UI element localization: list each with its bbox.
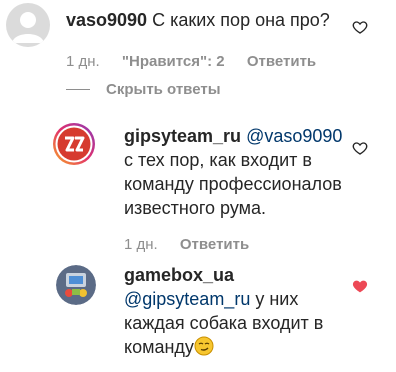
comment-meta: 1 дн. "Нравится": 2 Ответить — [66, 53, 334, 70]
reply-button[interactable]: Ответить — [180, 236, 249, 253]
comment-text: gipsyteam_ru @vaso9090 с тех пор, как вх… — [124, 124, 354, 220]
comment-line: команду — [124, 337, 194, 357]
comment-body: С каких пор она про? — [152, 10, 330, 30]
comment-line: каждая собака входит в — [124, 313, 324, 333]
comment-text: vaso9090 С каких пор она про? — [66, 8, 330, 32]
comment-meta: 1 дн. Ответить — [124, 236, 267, 253]
comment-line: известного рума. — [124, 198, 267, 218]
reply-gipsyteam: gipsyteam_ru @vaso9090 с тех пор, как вх… — [0, 110, 396, 260]
comment-username[interactable]: gipsyteam_ru — [124, 126, 241, 146]
mention-link[interactable]: @gipsyteam_ru — [124, 289, 250, 309]
comment-time[interactable]: 1 дн. — [66, 53, 100, 70]
heart-outline-icon[interactable] — [352, 19, 368, 35]
hide-replies-button[interactable]: Скрыть ответы — [66, 81, 221, 98]
heart-filled-icon[interactable] — [352, 278, 368, 294]
reply-gamebox: gamebox_ua @gipsyteam_ru у них каждая со… — [0, 260, 396, 372]
gamebox-logo-icon — [56, 265, 96, 305]
avatar[interactable] — [56, 265, 96, 305]
hide-replies-label: Скрыть ответы — [106, 81, 221, 98]
comment-username[interactable]: gamebox_ua — [124, 265, 234, 285]
comment-line: с тех пор, как входит в — [124, 150, 312, 170]
reply-button[interactable]: Ответить — [247, 53, 316, 70]
divider — [66, 88, 90, 90]
comment-text: gamebox_ua @gipsyteam_ru у них каждая со… — [124, 263, 354, 359]
comment-line: у них — [255, 289, 299, 309]
comment-time[interactable]: 1 дн. — [124, 236, 158, 253]
heart-outline-icon[interactable] — [352, 140, 368, 156]
gipsyteam-logo-icon — [53, 123, 95, 165]
comment-username[interactable]: vaso9090 — [66, 10, 147, 30]
comment-vaso9090: vaso9090 С каких пор она про? 1 дн. "Нра… — [0, 0, 396, 110]
avatar[interactable] — [52, 122, 96, 166]
likes-count[interactable]: "Нравится": 2 — [122, 53, 225, 70]
comment-line: команду профессионалов — [124, 174, 342, 194]
avatar[interactable] — [6, 3, 50, 47]
smirk-emoji-icon — [194, 336, 214, 356]
mention-link[interactable]: @vaso9090 — [246, 126, 342, 146]
